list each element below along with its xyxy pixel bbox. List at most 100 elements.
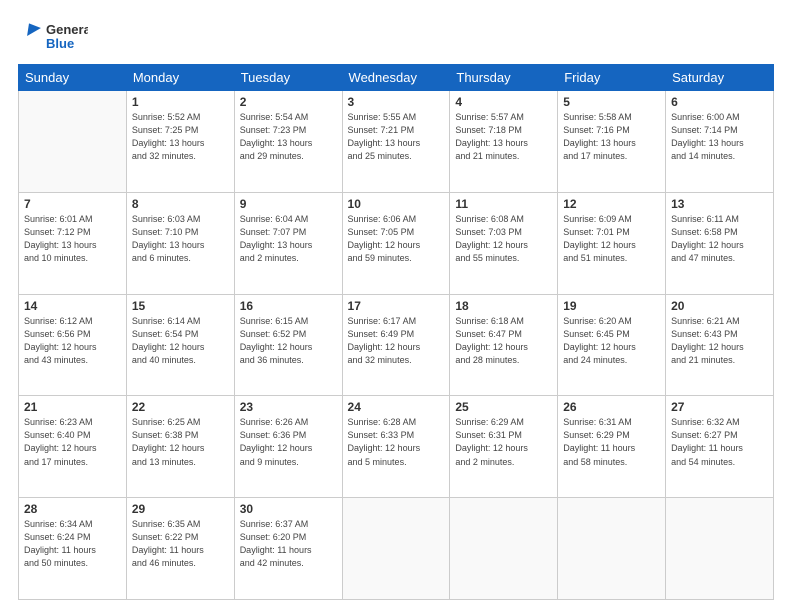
day-info: Sunrise: 6:25 AM Sunset: 6:38 PM Dayligh… bbox=[132, 416, 229, 468]
calendar-cell: 19Sunrise: 6:20 AM Sunset: 6:45 PM Dayli… bbox=[558, 294, 666, 396]
day-number: 26 bbox=[563, 400, 660, 414]
weekday-header-monday: Monday bbox=[126, 65, 234, 91]
weekday-header-tuesday: Tuesday bbox=[234, 65, 342, 91]
day-number: 8 bbox=[132, 197, 229, 211]
calendar-table: SundayMondayTuesdayWednesdayThursdayFrid… bbox=[18, 64, 774, 600]
weekday-header-thursday: Thursday bbox=[450, 65, 558, 91]
day-number: 9 bbox=[240, 197, 337, 211]
calendar-cell: 3 Sunrise: 5:55 AM Sunset: 7:21 PM Daylig… bbox=[342, 91, 450, 193]
day-info: Sunrise: 6:00 AM Sunset: 7:14 PM Dayligh… bbox=[671, 111, 768, 163]
day-info: Sunrise: 5:55 AM Sunset: 7:21 PM Dayligh… bbox=[348, 111, 445, 163]
calendar-cell bbox=[19, 91, 127, 193]
calendar-cell: 8 Sunrise: 6:03 AM Sunset: 7:10 PM Daylig… bbox=[126, 192, 234, 294]
day-number: 6 bbox=[671, 95, 768, 109]
day-number: 23 bbox=[240, 400, 337, 414]
calendar-cell: 16 Sunrise: 6:15 AM Sunset: 6:52 PM Dayli… bbox=[234, 294, 342, 396]
weekday-header-friday: Friday bbox=[558, 65, 666, 91]
calendar-cell bbox=[666, 498, 774, 600]
day-number: 11 bbox=[455, 197, 552, 211]
day-number: 24 bbox=[348, 400, 445, 414]
day-info: Sunrise: 5:57 AM Sunset: 7:18 PM Dayligh… bbox=[455, 111, 552, 163]
calendar-cell: 15Sunrise: 6:14 AM Sunset: 6:54 PM Dayli… bbox=[126, 294, 234, 396]
day-number: 1 bbox=[132, 95, 229, 109]
calendar-cell: 6 Sunrise: 6:00 AM Sunset: 7:14 PM Daylig… bbox=[666, 91, 774, 193]
day-number: 13 bbox=[671, 197, 768, 211]
logo-svg: GeneralBlue bbox=[18, 18, 88, 54]
day-info: Sunrise: 6:35 AM Sunset: 6:22 PM Dayligh… bbox=[132, 518, 229, 570]
calendar-cell: 30 Sunrise: 6:37 AM Sunset: 6:20 PM Dayli… bbox=[234, 498, 342, 600]
calendar-cell: 23 Sunrise: 6:26 AM Sunset: 6:36 PM Dayli… bbox=[234, 396, 342, 498]
day-info: Sunrise: 5:54 AM Sunset: 7:23 PM Dayligh… bbox=[240, 111, 337, 163]
day-number: 5 bbox=[563, 95, 660, 109]
calendar-cell: 7Sunrise: 6:01 AM Sunset: 7:12 PM Daylig… bbox=[19, 192, 127, 294]
day-number: 18 bbox=[455, 299, 552, 313]
calendar-cell: 14Sunrise: 6:12 AM Sunset: 6:56 PM Dayli… bbox=[19, 294, 127, 396]
week-row-4: 21Sunrise: 6:23 AM Sunset: 6:40 PM Dayli… bbox=[19, 396, 774, 498]
day-number: 2 bbox=[240, 95, 337, 109]
calendar-cell: 17 Sunrise: 6:17 AM Sunset: 6:49 PM Dayli… bbox=[342, 294, 450, 396]
day-info: Sunrise: 6:03 AM Sunset: 7:10 PM Dayligh… bbox=[132, 213, 229, 265]
calendar-cell bbox=[342, 498, 450, 600]
day-number: 19 bbox=[563, 299, 660, 313]
weekday-header-sunday: Sunday bbox=[19, 65, 127, 91]
day-info: Sunrise: 6:28 AM Sunset: 6:33 PM Dayligh… bbox=[348, 416, 445, 468]
header: GeneralBlue bbox=[18, 18, 774, 54]
weekday-header-row: SundayMondayTuesdayWednesdayThursdayFrid… bbox=[19, 65, 774, 91]
day-info: Sunrise: 6:12 AM Sunset: 6:56 PM Dayligh… bbox=[24, 315, 121, 367]
calendar-cell bbox=[558, 498, 666, 600]
day-info: Sunrise: 6:04 AM Sunset: 7:07 PM Dayligh… bbox=[240, 213, 337, 265]
logo: GeneralBlue bbox=[18, 18, 88, 54]
day-number: 30 bbox=[240, 502, 337, 516]
calendar-cell: 2 Sunrise: 5:54 AM Sunset: 7:23 PM Daylig… bbox=[234, 91, 342, 193]
day-info: Sunrise: 6:06 AM Sunset: 7:05 PM Dayligh… bbox=[348, 213, 445, 265]
day-number: 28 bbox=[24, 502, 121, 516]
calendar-cell: 12 Sunrise: 6:09 AM Sunset: 7:01 PM Dayli… bbox=[558, 192, 666, 294]
day-number: 12 bbox=[563, 197, 660, 211]
calendar-cell: 13Sunrise: 6:11 AM Sunset: 6:58 PM Dayli… bbox=[666, 192, 774, 294]
day-info: Sunrise: 6:31 AM Sunset: 6:29 PM Dayligh… bbox=[563, 416, 660, 468]
calendar-cell: 9 Sunrise: 6:04 AM Sunset: 7:07 PM Daylig… bbox=[234, 192, 342, 294]
day-info: Sunrise: 6:29 AM Sunset: 6:31 PM Dayligh… bbox=[455, 416, 552, 468]
day-info: Sunrise: 5:58 AM Sunset: 7:16 PM Dayligh… bbox=[563, 111, 660, 163]
week-row-1: 1 Sunrise: 5:52 AM Sunset: 7:25 PM Daylig… bbox=[19, 91, 774, 193]
day-info: Sunrise: 6:26 AM Sunset: 6:36 PM Dayligh… bbox=[240, 416, 337, 468]
week-row-5: 28 Sunrise: 6:34 AM Sunset: 6:24 PM Dayli… bbox=[19, 498, 774, 600]
day-number: 20 bbox=[671, 299, 768, 313]
svg-text:Blue: Blue bbox=[46, 36, 74, 51]
day-info: Sunrise: 6:15 AM Sunset: 6:52 PM Dayligh… bbox=[240, 315, 337, 367]
day-number: 21 bbox=[24, 400, 121, 414]
calendar-cell: 25Sunrise: 6:29 AM Sunset: 6:31 PM Dayli… bbox=[450, 396, 558, 498]
day-number: 29 bbox=[132, 502, 229, 516]
calendar-cell: 28 Sunrise: 6:34 AM Sunset: 6:24 PM Dayli… bbox=[19, 498, 127, 600]
calendar-cell: 22 Sunrise: 6:25 AM Sunset: 6:38 PM Dayli… bbox=[126, 396, 234, 498]
calendar-cell: 5 Sunrise: 5:58 AM Sunset: 7:16 PM Daylig… bbox=[558, 91, 666, 193]
day-info: Sunrise: 6:37 AM Sunset: 6:20 PM Dayligh… bbox=[240, 518, 337, 570]
day-info: Sunrise: 6:17 AM Sunset: 6:49 PM Dayligh… bbox=[348, 315, 445, 367]
calendar-cell: 18Sunrise: 6:18 AM Sunset: 6:47 PM Dayli… bbox=[450, 294, 558, 396]
day-info: Sunrise: 6:01 AM Sunset: 7:12 PM Dayligh… bbox=[24, 213, 121, 265]
day-number: 27 bbox=[671, 400, 768, 414]
week-row-3: 14Sunrise: 6:12 AM Sunset: 6:56 PM Dayli… bbox=[19, 294, 774, 396]
day-number: 10 bbox=[348, 197, 445, 211]
day-info: Sunrise: 6:34 AM Sunset: 6:24 PM Dayligh… bbox=[24, 518, 121, 570]
day-number: 22 bbox=[132, 400, 229, 414]
calendar-page: GeneralBlue SundayMondayTuesdayWednesday… bbox=[0, 0, 792, 612]
day-info: Sunrise: 6:09 AM Sunset: 7:01 PM Dayligh… bbox=[563, 213, 660, 265]
day-info: Sunrise: 5:52 AM Sunset: 7:25 PM Dayligh… bbox=[132, 111, 229, 163]
day-number: 17 bbox=[348, 299, 445, 313]
weekday-header-saturday: Saturday bbox=[666, 65, 774, 91]
calendar-cell: 24 Sunrise: 6:28 AM Sunset: 6:33 PM Dayli… bbox=[342, 396, 450, 498]
weekday-header-wednesday: Wednesday bbox=[342, 65, 450, 91]
calendar-cell: 29 Sunrise: 6:35 AM Sunset: 6:22 PM Dayli… bbox=[126, 498, 234, 600]
calendar-cell: 1 Sunrise: 5:52 AM Sunset: 7:25 PM Daylig… bbox=[126, 91, 234, 193]
day-info: Sunrise: 6:21 AM Sunset: 6:43 PM Dayligh… bbox=[671, 315, 768, 367]
calendar-cell: 21Sunrise: 6:23 AM Sunset: 6:40 PM Dayli… bbox=[19, 396, 127, 498]
calendar-cell: 27Sunrise: 6:32 AM Sunset: 6:27 PM Dayli… bbox=[666, 396, 774, 498]
day-info: Sunrise: 6:14 AM Sunset: 6:54 PM Dayligh… bbox=[132, 315, 229, 367]
day-number: 3 bbox=[348, 95, 445, 109]
day-number: 4 bbox=[455, 95, 552, 109]
day-info: Sunrise: 6:08 AM Sunset: 7:03 PM Dayligh… bbox=[455, 213, 552, 265]
day-number: 16 bbox=[240, 299, 337, 313]
calendar-cell: 4 Sunrise: 5:57 AM Sunset: 7:18 PM Daylig… bbox=[450, 91, 558, 193]
calendar-cell: 20 Sunrise: 6:21 AM Sunset: 6:43 PM Dayli… bbox=[666, 294, 774, 396]
